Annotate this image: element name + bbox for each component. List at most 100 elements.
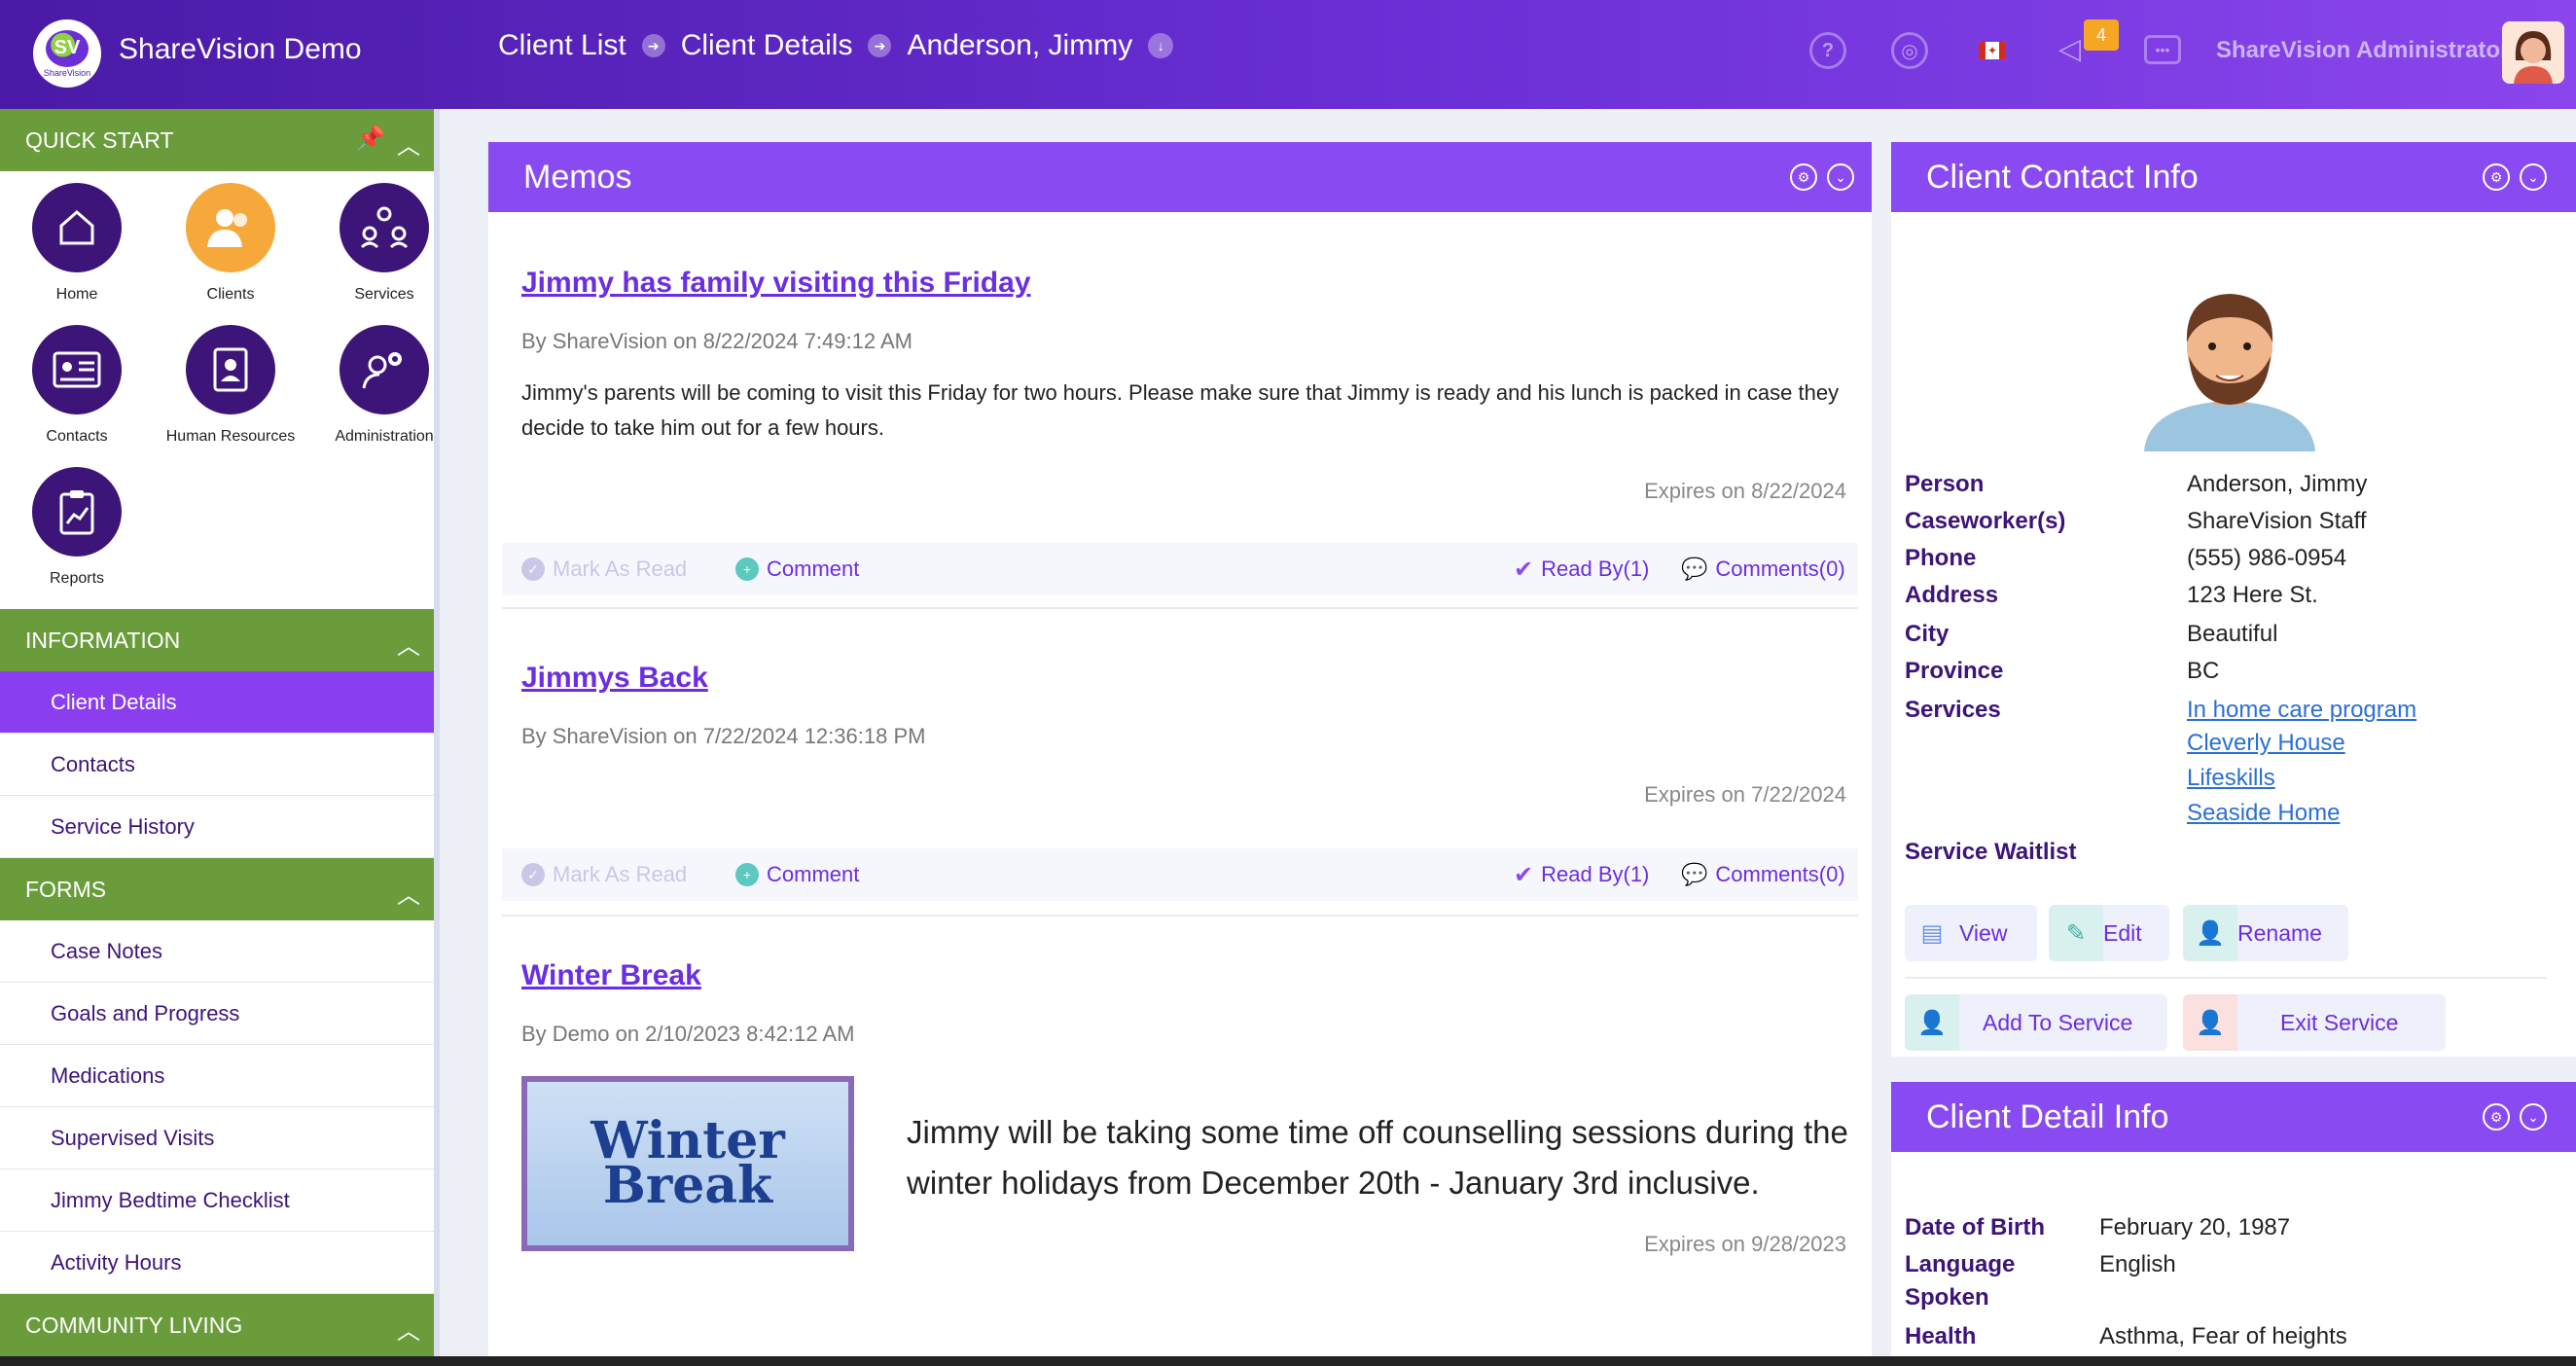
- comment-button[interactable]: + Comment: [735, 862, 859, 887]
- comments-count-button[interactable]: 💬 Comments(0): [1681, 862, 1845, 887]
- client-detail-header: Client Detail Info ⚙ ⌄: [1891, 1082, 2576, 1152]
- comments-icon: 💬: [1681, 862, 1708, 886]
- quick-start-tiles: Home Clients Services Contacts Human Res…: [0, 171, 434, 609]
- canada-flag-icon[interactable]: ✦: [1979, 42, 2006, 59]
- memo-item: Jimmy has family visiting this Friday By…: [502, 212, 1858, 609]
- field-label-phone: Phone: [1905, 545, 1977, 571]
- forms-header[interactable]: FORMS ︿: [0, 858, 434, 920]
- user-name[interactable]: ShareVision Administrator: [2216, 37, 2509, 64]
- chat-icon[interactable]: •••: [2144, 35, 2181, 64]
- field-label-health: Health: [1905, 1323, 1977, 1349]
- user-remove-icon: 👤: [2183, 994, 2237, 1051]
- edit-icon: ✎: [2049, 905, 2103, 961]
- rename-button[interactable]: 👤 Rename: [2183, 905, 2348, 961]
- pin-icon[interactable]: 📌: [356, 125, 385, 153]
- comments-count-button[interactable]: 💬 Comments(0): [1681, 557, 1845, 582]
- chevron-up-icon[interactable]: ︿: [397, 876, 420, 910]
- comment-add-icon: +: [735, 863, 759, 886]
- user-add-icon: 👤: [1905, 994, 1959, 1051]
- edit-label: Edit: [2103, 919, 2142, 946]
- field-value-city: Beautiful: [2187, 621, 2278, 647]
- sharevision-logo[interactable]: SV ShareVision: [33, 19, 101, 88]
- tile-human-resources[interactable]: Human Resources: [154, 325, 307, 467]
- breadcrumb: Client List ➔ Client Details ➔ Anderson,…: [498, 29, 1174, 62]
- gear-icon[interactable]: ⚙: [2483, 163, 2510, 191]
- app-title[interactable]: ShareVision Demo: [119, 33, 362, 66]
- add-to-service-label: Add To Service: [1983, 1009, 2133, 1035]
- memo-title-link[interactable]: Jimmys Back: [521, 662, 708, 695]
- tile-label: Administration: [335, 428, 434, 445]
- chevron-up-icon[interactable]: ︿: [397, 126, 420, 161]
- logo-mark: SV: [46, 29, 89, 67]
- sidebar-item-goals-and-progress[interactable]: Goals and Progress: [0, 983, 434, 1045]
- house-icon: [32, 183, 122, 272]
- lifebuoy-icon[interactable]: ◎: [1891, 32, 1928, 69]
- winter-break-image: Winter Break: [521, 1076, 854, 1251]
- memo-title-link[interactable]: Jimmy has family visiting this Friday: [521, 267, 1031, 300]
- chevron-down-icon[interactable]: ⌄: [2520, 1103, 2547, 1131]
- sidebar-item-case-notes[interactable]: Case Notes: [0, 920, 434, 983]
- comment-button[interactable]: + Comment: [735, 557, 859, 582]
- help-icon[interactable]: ?: [1809, 32, 1846, 69]
- read-by-button[interactable]: ✔ Read By(1): [1514, 556, 1649, 584]
- sidebar-item-supervised-visits[interactable]: Supervised Visits: [0, 1107, 434, 1169]
- field-value-phone: (555) 986-0954: [2187, 545, 2347, 571]
- comment-label: Comment: [767, 862, 860, 886]
- memo-title-link[interactable]: Winter Break: [521, 959, 701, 992]
- chevron-right-icon: ➔: [868, 34, 892, 57]
- mark-as-read-button[interactable]: ✓ Mark As Read: [521, 862, 687, 887]
- breadcrumb-client-list[interactable]: Client List: [498, 29, 626, 62]
- memo-actions: ✓ Mark As Read + Comment ✔ Read By(1) 💬 …: [502, 848, 1858, 901]
- quick-start-header[interactable]: QUICK START 📌 ︿: [0, 109, 434, 171]
- field-value-province: BC: [2187, 658, 2220, 684]
- field-value-address: 123 Here St.: [2187, 582, 2318, 608]
- sidebar-item-bedtime-checklist[interactable]: Jimmy Bedtime Checklist: [0, 1169, 434, 1232]
- sidebar-item-contacts[interactable]: Contacts: [0, 734, 434, 796]
- chevron-up-icon[interactable]: ︿: [397, 1312, 420, 1346]
- breadcrumb-client-details[interactable]: Client Details: [681, 29, 853, 62]
- chevron-down-icon[interactable]: ↓: [1148, 33, 1174, 58]
- information-header[interactable]: INFORMATION ︿: [0, 609, 434, 671]
- tile-label: Contacts: [46, 428, 108, 445]
- sidebar-item-activity-hours[interactable]: Activity Hours: [0, 1232, 434, 1294]
- bottom-strip: [0, 1356, 2576, 1366]
- add-to-service-button[interactable]: 👤 Add To Service: [1905, 994, 2167, 1051]
- service-link-in-home-care[interactable]: In home care program: [2187, 697, 2416, 724]
- view-button[interactable]: ▤ View: [1905, 905, 2037, 961]
- tile-reports[interactable]: Reports: [0, 467, 154, 609]
- tile-clients[interactable]: Clients: [154, 183, 307, 325]
- tile-administration[interactable]: Administration: [307, 325, 434, 467]
- sidebar: QUICK START 📌 ︿ Home Clients Services Co…: [0, 109, 440, 1366]
- chevron-up-icon[interactable]: ︿: [397, 627, 420, 661]
- edit-button[interactable]: ✎ Edit: [2049, 905, 2169, 961]
- exit-service-button[interactable]: 👤 Exit Service: [2183, 994, 2446, 1051]
- comments-count-label: Comments(0): [1715, 862, 1845, 886]
- comments-icon: 💬: [1681, 557, 1708, 581]
- tile-services[interactable]: Services: [307, 183, 434, 325]
- chevron-down-icon[interactable]: ⌄: [2520, 163, 2547, 191]
- read-by-label: Read By(1): [1541, 557, 1650, 581]
- client-detail-panel: Client Detail Info ⚙ ⌄ Date of Birth Feb…: [1891, 1082, 2576, 1366]
- gear-icon[interactable]: ⚙: [2483, 1103, 2510, 1131]
- sidebar-item-service-history[interactable]: Service History: [0, 796, 434, 858]
- sidebar-item-medications[interactable]: Medications: [0, 1045, 434, 1107]
- notification-badge[interactable]: 4: [2084, 19, 2119, 51]
- sidebar-item-client-details[interactable]: Client Details: [0, 671, 434, 734]
- tile-contacts[interactable]: Contacts: [0, 325, 154, 467]
- read-by-button[interactable]: ✔ Read By(1): [1514, 861, 1649, 889]
- field-label-language-line2: Spoken: [1905, 1284, 1989, 1311]
- service-link-seaside-home[interactable]: Seaside Home: [2187, 800, 2340, 827]
- service-link-lifeskills[interactable]: Lifeskills: [2187, 765, 2275, 792]
- community-living-header[interactable]: COMMUNITY LIVING ︿: [0, 1294, 434, 1356]
- rename-label: Rename: [2237, 919, 2322, 946]
- service-link-cleverly-house[interactable]: Cleverly House: [2187, 730, 2345, 757]
- tile-label: Human Resources: [165, 428, 296, 445]
- clipboard-chart-icon: [32, 467, 122, 557]
- user-avatar[interactable]: [2502, 21, 2564, 84]
- chevron-down-icon[interactable]: ⌄: [1827, 163, 1854, 191]
- mark-as-read-button[interactable]: ✓ Mark As Read: [521, 557, 687, 582]
- tile-home[interactable]: Home: [0, 183, 154, 325]
- gear-icon[interactable]: ⚙: [1790, 163, 1817, 191]
- memo-expiry: Expires on 9/28/2023: [1644, 1232, 1846, 1256]
- field-label-service-waitlist: Service Waitlist: [1905, 839, 2077, 865]
